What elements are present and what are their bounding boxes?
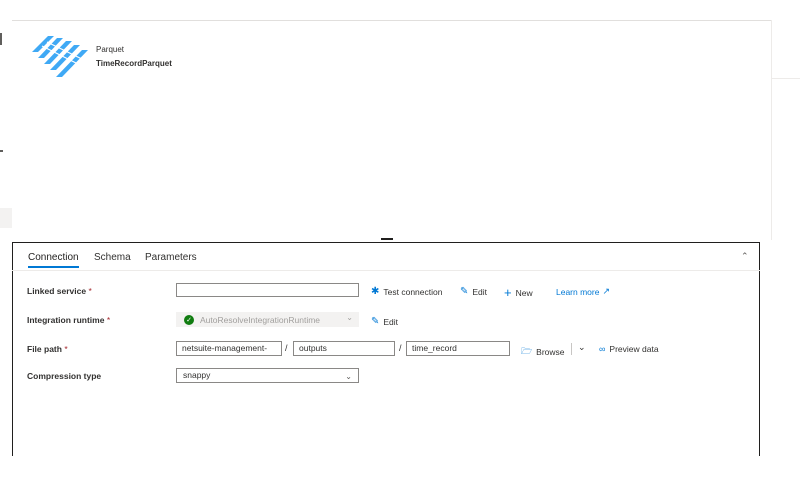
chevron-up-icon[interactable]: ⌃ — [741, 251, 749, 262]
file-path-container-input[interactable]: netsuite-management- — [176, 341, 282, 356]
folder-icon: 🗁 — [521, 346, 533, 356]
panel-resize-handle[interactable] — [381, 238, 393, 240]
external-link-icon: ↗ — [602, 286, 611, 296]
add-icon: + — [504, 285, 512, 300]
dataset-type-label: Parquet — [96, 45, 125, 54]
file-path-label: File path * — [27, 344, 68, 354]
chevron-down-icon: ⌄ — [345, 372, 352, 381]
left-strip-marker — [0, 150, 3, 152]
new-linked-service-button[interactable]: + New — [504, 285, 533, 300]
chevron-down-icon[interactable]: ⌄ — [578, 342, 586, 353]
file-path-directory-input[interactable]: outputs — [293, 341, 395, 356]
left-navigation-strip — [0, 0, 12, 456]
left-strip-selected-item[interactable] — [0, 208, 12, 228]
linked-service-label: Linked service * — [27, 286, 92, 296]
integration-runtime-select[interactable]: ✓ AutoResolveIntegrationRuntime ⌄ — [176, 312, 359, 327]
right-panel — [772, 20, 800, 79]
test-connection-icon: ✱ — [371, 286, 380, 297]
browse-button[interactable]: 🗁 Browse — [521, 344, 565, 360]
file-path-file-input[interactable]: time_record — [406, 341, 510, 356]
compression-type-label: Compression type — [27, 371, 102, 381]
linked-service-select[interactable] — [176, 283, 359, 297]
learn-more-link[interactable]: Learn more ↗ — [556, 286, 610, 297]
preview-data-button[interactable]: ∞ Preview data — [599, 344, 659, 354]
path-separator: / — [399, 343, 402, 353]
test-connection-button[interactable]: ✱ Test connection — [371, 286, 442, 297]
edit-icon: ✎ — [371, 316, 380, 327]
path-separator: / — [285, 343, 288, 353]
active-tab-indicator — [28, 266, 79, 268]
compression-type-select[interactable]: snappy ⌄ — [176, 368, 359, 383]
left-strip-marker — [0, 33, 2, 45]
integration-runtime-label: Integration runtime * — [27, 315, 111, 325]
tab-bar: Connection Schema Parameters — [12, 244, 760, 271]
edit-linked-service-button[interactable]: ✎ Edit — [460, 286, 487, 297]
tab-parameters[interactable]: Parameters — [145, 252, 197, 263]
glasses-icon: ∞ — [599, 344, 606, 354]
edit-integration-runtime-button[interactable]: ✎ Edit — [371, 316, 398, 327]
divider — [571, 343, 572, 355]
checkmark-icon: ✓ — [184, 314, 194, 325]
tab-schema[interactable]: Schema — [94, 252, 131, 263]
chevron-down-icon: ⌄ — [346, 313, 353, 322]
dataset-name-label: TimeRecordParquet — [96, 59, 172, 68]
top-toolbar — [12, 0, 772, 21]
edit-icon: ✎ — [460, 286, 469, 297]
dataset-canvas — [12, 21, 772, 243]
parquet-logo — [32, 36, 88, 77]
tab-connection[interactable]: Connection — [28, 252, 79, 263]
